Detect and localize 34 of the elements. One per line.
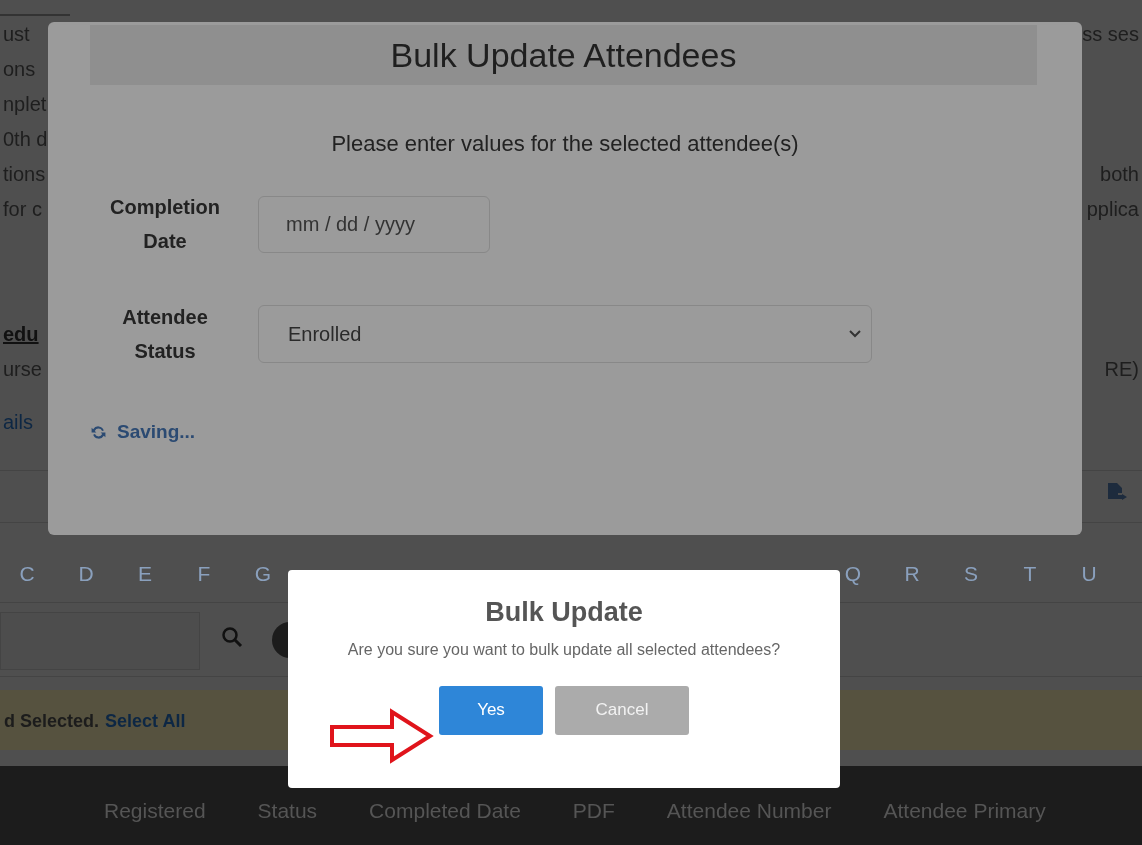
refresh-icon (90, 423, 107, 441)
confirm-message: Are you sure you want to bulk update all selected attendees? (346, 639, 782, 660)
field-label: Completion Date (109, 195, 221, 254)
details-link[interactable]: ails (3, 406, 33, 437)
column-header: Attendee Primary (883, 798, 1046, 824)
letter-filter[interactable]: C (16, 558, 38, 590)
status-dropdown[interactable]: Enrolled (258, 305, 872, 363)
letter-filter[interactable]: E (134, 558, 156, 590)
column-header: Completed Date (369, 798, 521, 824)
chevron-down-icon (849, 330, 861, 338)
saving-status: Saving... (117, 420, 196, 444)
letter-filter[interactable]: G (252, 558, 274, 590)
column-header: Status (257, 798, 318, 824)
column-header: PDF (572, 798, 615, 824)
confirm-title: Bulk Update (485, 596, 643, 629)
section-heading: edu (3, 321, 39, 347)
select-all-link[interactable]: Select All (105, 708, 186, 735)
instruction-text: Please enter values for the selected attendee(s) (330, 130, 800, 158)
letter-filter[interactable]: T (1019, 558, 1041, 590)
field-label: Attendee Status (121, 305, 209, 364)
letter-filter[interactable]: R (901, 558, 923, 590)
letter-filter[interactable]: S (960, 558, 982, 590)
column-header: Attendee Number (666, 798, 832, 824)
search-icon[interactable] (221, 626, 243, 648)
letter-filter[interactable]: D (75, 558, 97, 590)
dialog-title: Bulk Update Attendees (90, 25, 1037, 85)
selection-text: d Selected. (4, 710, 100, 733)
date-field[interactable]: mm / dd / yyyy (258, 195, 490, 253)
letter-filter[interactable]: U (1078, 558, 1100, 590)
cancel-button[interactable]: Cancel (555, 685, 689, 735)
column-header: Registered (104, 798, 206, 824)
letter-filter[interactable]: Q (842, 558, 864, 590)
yes-button[interactable]: Yes (439, 685, 543, 735)
letter-filter[interactable]: F (193, 558, 215, 590)
